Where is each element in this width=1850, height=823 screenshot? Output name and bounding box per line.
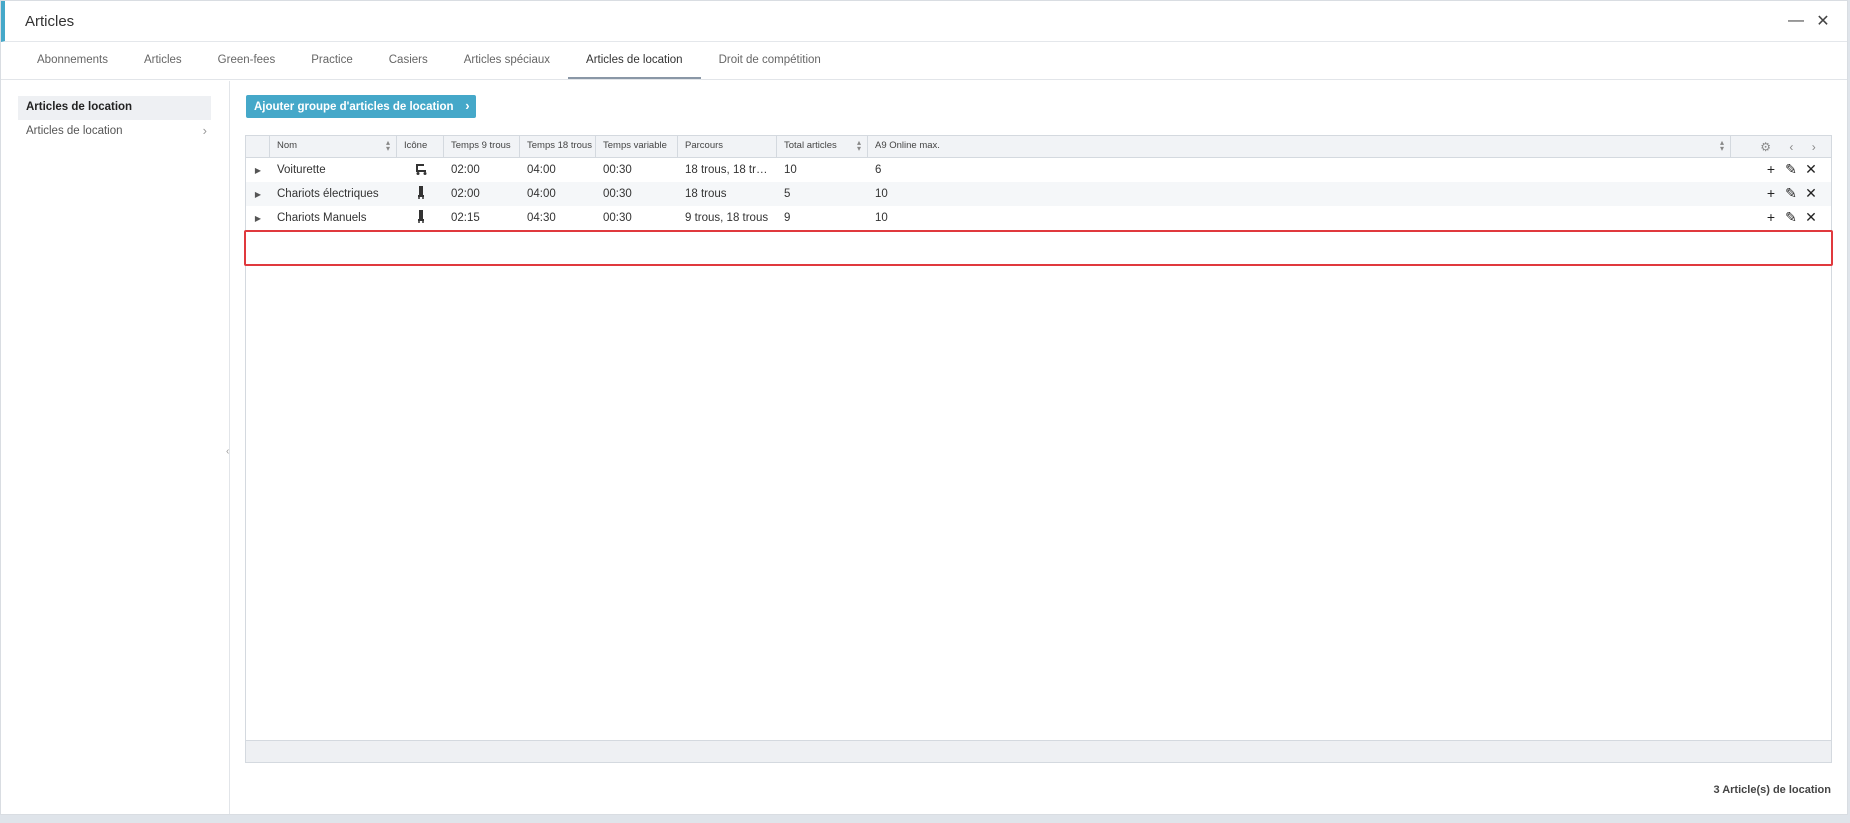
cell-temps-9: 02:00	[451, 164, 480, 176]
edit-icon[interactable]: ✎	[1785, 161, 1797, 178]
cell-parcours: 18 trous, 18 tro...	[685, 164, 772, 176]
cell-total-articles: 10	[784, 164, 797, 176]
column-label: Total articles	[784, 140, 837, 151]
column-header-temps-18-trous[interactable]: Temps 18 trous	[520, 136, 596, 157]
sidebar-header: Articles de location	[18, 96, 211, 120]
cell-total-articles: 5	[784, 188, 791, 200]
cell-temps-18: 04:00	[527, 188, 556, 200]
tab-green-fees[interactable]: Green-fees	[200, 42, 294, 79]
tab-bar: Abonnements Articles Green-fees Practice…	[1, 42, 1847, 80]
record-count: 3 Article(s) de location	[1713, 784, 1831, 796]
sort-icon[interactable]: ▴ ▾	[1720, 139, 1724, 153]
highlight-box	[244, 230, 1833, 266]
table-row[interactable]: ▶ Voiturette 02:00 04:00 00:30 18 trous,…	[246, 158, 1831, 182]
cell-temps-9: 02:15	[451, 212, 480, 224]
add-rental-group-button[interactable]: Ajouter groupe d'articles de location ›	[246, 95, 476, 118]
add-icon[interactable]: +	[1765, 209, 1777, 226]
row-actions: + ✎ ✕	[1765, 209, 1817, 226]
sidebar: Articles de location Articles de locatio…	[1, 81, 230, 814]
tab-abonnements[interactable]: Abonnements	[19, 42, 126, 79]
grid-footer	[246, 740, 1831, 762]
tab-droit-de-competition[interactable]: Droit de compétition	[701, 42, 839, 79]
add-icon[interactable]: +	[1765, 185, 1777, 202]
column-header-parcours[interactable]: Parcours	[678, 136, 777, 157]
tab-articles-de-location[interactable]: Articles de location	[568, 42, 701, 79]
chevron-left-icon[interactable]: ‹	[1789, 140, 1793, 154]
cell-parcours: 9 trous, 18 trous	[685, 212, 769, 224]
column-header-a9-online-max[interactable]: A9 Online max. ▴ ▾	[868, 136, 1731, 157]
chevron-right-icon: ›	[465, 98, 470, 113]
table-row[interactable]: ▶ Chariots électriques 02:00 04:00 00:30…	[246, 182, 1831, 206]
grid-header-tools: ⚙ ‹ ›	[1745, 136, 1831, 157]
cell-nom: Chariots Manuels	[277, 212, 367, 224]
table-row[interactable]: ▶ Chariots Manuels 02:15 04:30 00:30 9 t…	[246, 206, 1831, 230]
cell-online-max: 10	[875, 212, 888, 224]
window-title: Articles	[25, 12, 75, 30]
minimize-icon[interactable]: —	[1787, 12, 1805, 30]
column-header-total-articles[interactable]: Total articles ▴ ▾	[777, 136, 868, 157]
chevron-right-icon[interactable]: ›	[1812, 140, 1816, 154]
expand-row-icon[interactable]: ▶	[246, 190, 270, 199]
title-bar: Articles — ✕	[1, 1, 1847, 42]
trolley-icon	[397, 186, 444, 202]
column-header-temps-variable[interactable]: Temps variable	[596, 136, 678, 157]
tab-articles[interactable]: Articles	[126, 42, 200, 79]
trolley-icon	[397, 210, 444, 226]
row-actions: + ✎ ✕	[1765, 161, 1817, 178]
gear-icon[interactable]: ⚙	[1760, 140, 1771, 154]
column-header-temps-9-trous[interactable]: Temps 9 trous	[444, 136, 520, 157]
cell-temps-variable: 00:30	[603, 212, 632, 224]
cell-nom: Chariots électriques	[277, 188, 379, 200]
column-header-nom[interactable]: Nom ▴ ▾	[270, 136, 397, 157]
cell-nom: Voiturette	[277, 164, 326, 176]
cell-online-max: 10	[875, 188, 888, 200]
expander-column-header	[246, 136, 270, 157]
main-panel: Ajouter groupe d'articles de location › …	[230, 81, 1847, 814]
cell-temps-variable: 00:30	[603, 188, 632, 200]
chevron-right-icon: ›	[202, 123, 207, 138]
column-label: Nom	[277, 140, 298, 151]
tab-casiers[interactable]: Casiers	[371, 42, 446, 79]
articles-window: Articles — ✕ Abonnements Articles Green-…	[0, 0, 1848, 815]
content-area: Articles de location Articles de locatio…	[1, 81, 1847, 814]
cell-temps-18: 04:00	[527, 164, 556, 176]
expand-row-icon[interactable]: ▶	[246, 166, 270, 175]
column-label: A9 Online max.	[875, 140, 940, 151]
cell-parcours: 18 trous	[685, 188, 727, 200]
delete-icon[interactable]: ✕	[1805, 161, 1817, 178]
row-actions: + ✎ ✕	[1765, 185, 1817, 202]
cell-temps-18: 04:30	[527, 212, 556, 224]
tab-articles-speciaux[interactable]: Articles spéciaux	[446, 42, 568, 79]
edit-icon[interactable]: ✎	[1785, 185, 1797, 202]
cell-temps-9: 02:00	[451, 188, 480, 200]
column-header-icone[interactable]: Icône	[397, 136, 444, 157]
cell-online-max: 6	[875, 164, 882, 176]
tab-practice[interactable]: Practice	[293, 42, 371, 79]
grid-header: Nom ▴ ▾ Icône Temps 9 trous Temps 18 trou…	[246, 136, 1831, 158]
close-icon[interactable]: ✕	[1814, 12, 1832, 30]
add-icon[interactable]: +	[1765, 161, 1777, 178]
sort-icon[interactable]: ▴ ▾	[857, 139, 861, 153]
delete-icon[interactable]: ✕	[1805, 209, 1817, 226]
expand-row-icon[interactable]: ▶	[246, 214, 270, 223]
sidebar-collapse-handle[interactable]: ‹	[226, 446, 229, 457]
delete-icon[interactable]: ✕	[1805, 185, 1817, 202]
edit-icon[interactable]: ✎	[1785, 209, 1797, 226]
sort-icon[interactable]: ▴ ▾	[386, 139, 390, 153]
sidebar-item-articles-de-location[interactable]: Articles de location ›	[18, 120, 211, 144]
sidebar-item-label: Articles de location	[26, 125, 123, 137]
cell-total-articles: 9	[784, 212, 791, 224]
add-rental-group-label: Ajouter groupe d'articles de location	[254, 100, 454, 113]
golf-cart-icon	[397, 163, 444, 178]
cell-temps-variable: 00:30	[603, 164, 632, 176]
